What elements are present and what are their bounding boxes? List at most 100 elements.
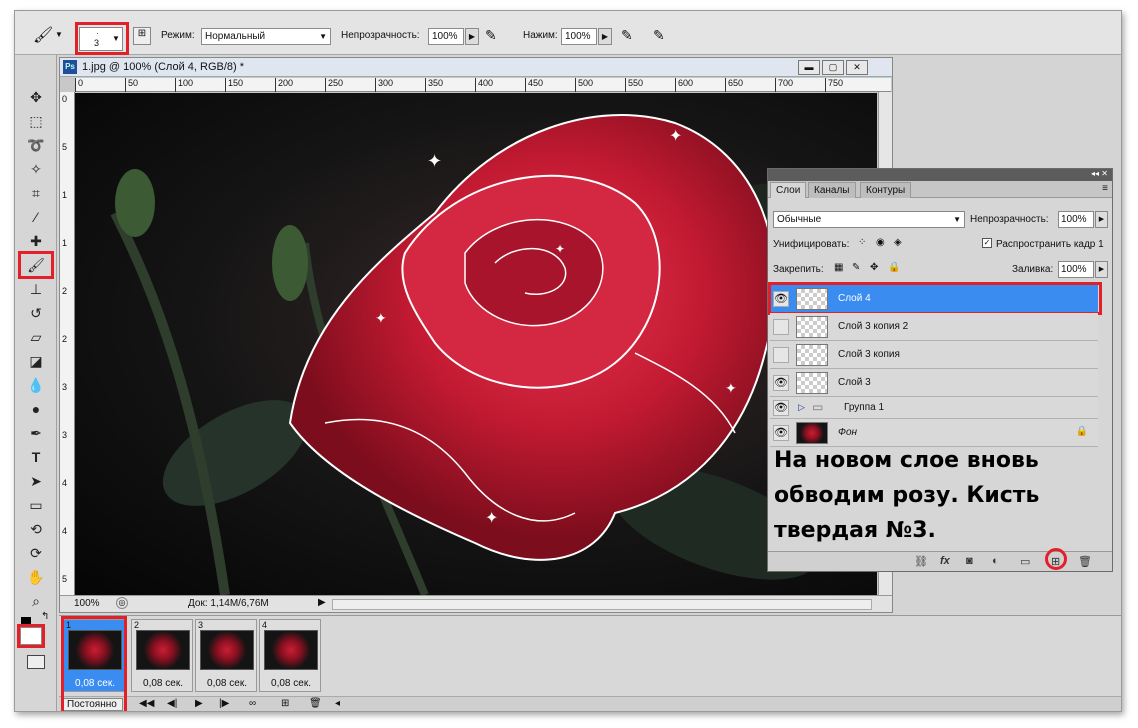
first-frame-icon[interactable]: ◀◀ <box>139 698 154 709</box>
crop-tool-icon[interactable]: ⌗ <box>24 183 48 204</box>
mode-select[interactable]: Нормальный ▼ <box>201 28 331 45</box>
opacity-input[interactable]: 100% <box>428 28 464 45</box>
collapse-panel-icon[interactable]: ◂◂ ✕ <box>1091 169 1108 178</box>
eye-icon[interactable]: 👁 <box>773 425 789 441</box>
unify-label: Унифицировать: <box>773 239 850 250</box>
tween-icon[interactable]: ∞ <box>249 698 256 709</box>
eye-icon[interactable]: 👁 <box>773 319 789 335</box>
airbrush-icon[interactable]: ✎ <box>621 27 633 44</box>
layer-group-row[interactable]: 👁 ▷ ▭ Группа 1 <box>770 397 1098 419</box>
pen-tool-icon[interactable]: ✒ <box>24 423 48 444</box>
paint-bucket-tool-icon[interactable]: ◪ <box>24 351 48 372</box>
lock-all-icon[interactable]: 🔒 <box>888 262 900 273</box>
history-brush-tool-icon[interactable]: ↺ <box>24 303 48 324</box>
frame-delay[interactable]: 0,08 сек. <box>132 678 194 689</box>
delete-frame-icon[interactable]: 🗑 <box>309 698 322 709</box>
image-canvas[interactable]: ✦ ✦ ✦ ✦ ✦ ✦ <box>75 93 877 595</box>
tool-preset-arrow-icon[interactable]: ▼ <box>55 30 63 39</box>
link-layers-icon[interactable]: ⛓ <box>914 555 928 568</box>
trash-icon[interactable]: 🗑 <box>1078 555 1092 568</box>
frame-delay[interactable]: 0,08 сек. <box>196 678 258 689</box>
propagate-checkbox[interactable]: ✓ <box>982 238 992 248</box>
eye-icon[interactable]: 👁 <box>773 347 789 363</box>
flow-slider-arrow-icon[interactable]: ▶ <box>598 28 612 45</box>
unify-style-icon[interactable]: ◈ <box>894 237 902 248</box>
document-title-bar[interactable]: Ps 1.jpg @ 100% (Слой 4, RGB/8) * ▬ ▢ ✕ <box>60 58 892 77</box>
svg-text:✦: ✦ <box>427 151 442 171</box>
unify-position-icon[interactable]: ⁘ <box>858 237 866 248</box>
marquee-tool-icon[interactable]: ⬚ <box>24 111 48 132</box>
eraser-tool-icon[interactable]: ▱ <box>24 327 48 348</box>
opacity-slider-arrow-icon[interactable]: ▶ <box>1095 211 1108 228</box>
rectangle-tool-icon[interactable]: ▭ <box>24 495 48 516</box>
tab-layers[interactable]: Слои <box>770 182 807 198</box>
flow-input[interactable]: 100% <box>561 28 597 45</box>
previous-frame-icon[interactable]: ◀| <box>167 698 177 709</box>
layer-row[interactable]: 👁 Слой 3 копия 2 <box>770 313 1098 341</box>
play-icon[interactable]: ▶ <box>195 698 203 709</box>
quick-mask-icon[interactable] <box>27 655 45 669</box>
healing-brush-tool-icon[interactable]: ✚ <box>24 231 48 252</box>
animation-frame[interactable]: 2 0,08 сек. <box>131 619 193 692</box>
annotation-highlight-color <box>17 624 45 648</box>
status-menu-arrow-icon[interactable]: ▶ <box>318 597 326 608</box>
duplicate-frame-icon[interactable]: ⊞ <box>281 698 289 709</box>
unify-visibility-icon[interactable]: ◉ <box>876 237 885 248</box>
animation-frame[interactable]: 3 0,08 сек. <box>195 619 257 692</box>
minimize-button[interactable]: ▬ <box>798 60 820 75</box>
scroll-left-icon[interactable]: ◂ <box>335 698 340 709</box>
panel-header[interactable]: ◂◂ ✕ <box>768 169 1112 181</box>
lasso-tool-icon[interactable]: ➰ <box>24 135 48 156</box>
move-tool-icon[interactable]: ✥ <box>24 87 48 108</box>
layer-opacity-input[interactable]: 100% <box>1058 211 1094 228</box>
eyedropper-tool-icon[interactable]: ⁄ <box>24 207 48 228</box>
adjustment-layer-icon[interactable]: ◐ <box>992 555 999 567</box>
3d-orbit-tool-icon[interactable]: ⟳ <box>24 543 48 564</box>
expand-triangle-icon[interactable]: ▷ <box>798 402 805 413</box>
brush-tool-icon[interactable]: 🖌 <box>33 25 53 45</box>
eye-icon[interactable]: 👁 <box>773 375 789 391</box>
new-group-icon[interactable]: ▭ <box>1020 555 1030 568</box>
3d-rotate-tool-icon[interactable]: ⟲ <box>24 519 48 540</box>
dodge-tool-icon[interactable]: ● <box>24 399 48 420</box>
horizontal-scrollbar[interactable] <box>332 599 872 610</box>
close-button[interactable]: ✕ <box>846 60 868 75</box>
fill-slider-arrow-icon[interactable]: ▶ <box>1095 261 1108 278</box>
layer-row[interactable]: 👁 Слой 3 <box>770 369 1098 397</box>
flow-label: Нажим: <box>523 30 558 41</box>
quick-selection-tool-icon[interactable]: ✧ <box>24 159 48 180</box>
blend-mode-select[interactable]: Обычные ▼ <box>773 211 965 228</box>
blur-tool-icon[interactable]: 💧 <box>24 375 48 396</box>
tab-channels[interactable]: Каналы <box>808 182 856 198</box>
chevron-down-icon: ▼ <box>319 32 327 41</box>
zoom-tool-icon[interactable]: ⌕ <box>24 591 48 612</box>
fx-icon[interactable]: fx <box>940 555 950 567</box>
layer-row[interactable]: 👁 Слой 3 копия <box>770 341 1098 369</box>
swap-colors-icon[interactable]: ↰ <box>41 611 49 622</box>
airbrush-pressure-icon[interactable]: ✎ <box>485 27 497 44</box>
hand-tool-icon[interactable]: ✋ <box>24 567 48 588</box>
eye-icon[interactable]: 👁 <box>773 400 789 416</box>
tab-paths[interactable]: Контуры <box>860 182 912 198</box>
layer-thumbnail <box>796 372 828 394</box>
lock-transparency-icon[interactable]: ▦ <box>834 262 843 273</box>
brush-panel-toggle-icon[interactable]: ⊞ <box>133 27 151 45</box>
clone-stamp-tool-icon[interactable]: ⊥ <box>24 279 48 300</box>
status-info-icon[interactable]: ◎ <box>116 597 128 609</box>
add-mask-icon[interactable]: ◙ <box>966 555 973 567</box>
maximize-button[interactable]: ▢ <box>822 60 844 75</box>
next-frame-icon[interactable]: |▶ <box>219 698 229 709</box>
type-tool-icon[interactable]: T <box>24 447 48 468</box>
frame-thumbnail <box>136 630 190 670</box>
lock-position-icon[interactable]: ✥ <box>870 262 878 273</box>
path-selection-tool-icon[interactable]: ➤ <box>24 471 48 492</box>
fill-input[interactable]: 100% <box>1058 261 1094 278</box>
animation-frame[interactable]: 4 0,08 сек. <box>259 619 321 692</box>
lock-pixels-icon[interactable]: ✎ <box>852 262 860 273</box>
frame-thumbnail <box>264 630 318 670</box>
zoom-level[interactable]: 100% <box>74 598 100 609</box>
panel-menu-icon[interactable]: ≡ <box>1102 183 1108 194</box>
opacity-slider-arrow-icon[interactable]: ▶ <box>465 28 479 45</box>
frame-delay[interactable]: 0,08 сек. <box>260 678 322 689</box>
tablet-pressure-icon[interactable]: ✎ <box>653 27 665 44</box>
